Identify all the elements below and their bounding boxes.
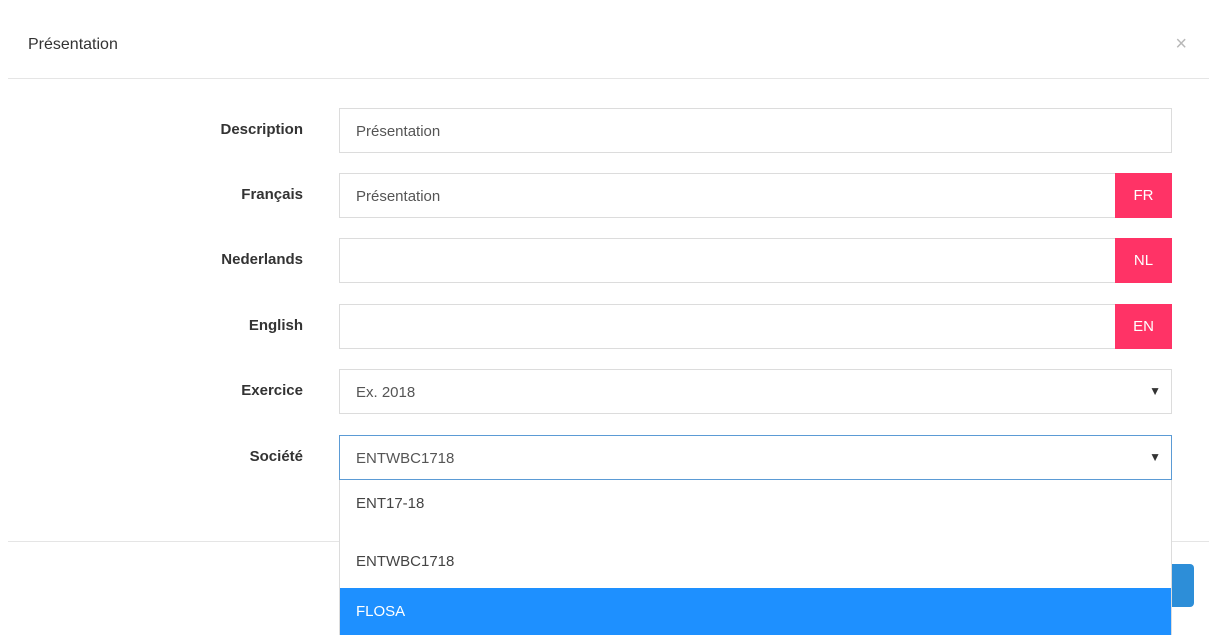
- fr-language-badge: FR: [1115, 173, 1172, 218]
- exercice-value: Ex. 2018: [356, 384, 416, 401]
- francais-label: Français: [241, 186, 303, 203]
- exercice-label: Exercice: [241, 382, 303, 399]
- societe-label: Société: [249, 448, 303, 465]
- presentation-dialog: Présentation × Description Présentation …: [0, 0, 1209, 635]
- dropdown-option[interactable]: ENTWBC1718: [340, 538, 1171, 586]
- description-input[interactable]: Présentation: [339, 108, 1172, 153]
- exercice-select[interactable]: Ex. 2018 ▼: [339, 369, 1172, 414]
- english-input[interactable]: EN: [339, 304, 1172, 349]
- dialog-title: Présentation: [28, 36, 118, 53]
- english-label: English: [248, 317, 303, 334]
- societe-row: Société ENTWBC1718 ▼: [0, 435, 1209, 480]
- francais-input[interactable]: Présentation FR: [339, 173, 1172, 218]
- nederlands-row: Nederlands NL: [0, 238, 1209, 283]
- exercice-row: Exercice Ex. 2018 ▼: [0, 369, 1209, 414]
- dropdown-option-selected[interactable]: FLOSA: [340, 588, 1171, 635]
- close-icon[interactable]: ×: [1175, 34, 1187, 54]
- francais-value: Présentation: [356, 188, 441, 205]
- english-row: English EN: [0, 304, 1209, 349]
- description-row: Description Présentation: [0, 108, 1209, 153]
- nl-language-badge: NL: [1115, 238, 1172, 283]
- caret-down-icon: ▼: [1149, 450, 1161, 464]
- societe-value: ENTWBC1718: [356, 450, 455, 467]
- description-label: Description: [220, 121, 303, 138]
- nederlands-input[interactable]: NL: [339, 238, 1172, 283]
- dialog-header: Présentation ×: [8, 0, 1209, 79]
- description-value: Présentation: [356, 123, 441, 140]
- nederlands-label: Nederlands: [221, 251, 303, 268]
- dropdown-option[interactable]: ENT17-18: [340, 480, 1171, 528]
- societe-dropdown-list: ENT17-18 ENTWBC1718 FLOSA: [339, 480, 1172, 635]
- societe-select[interactable]: ENTWBC1718 ▼: [339, 435, 1172, 480]
- en-language-badge: EN: [1115, 304, 1172, 349]
- caret-down-icon: ▼: [1149, 384, 1161, 398]
- francais-row: Français Présentation FR: [0, 173, 1209, 218]
